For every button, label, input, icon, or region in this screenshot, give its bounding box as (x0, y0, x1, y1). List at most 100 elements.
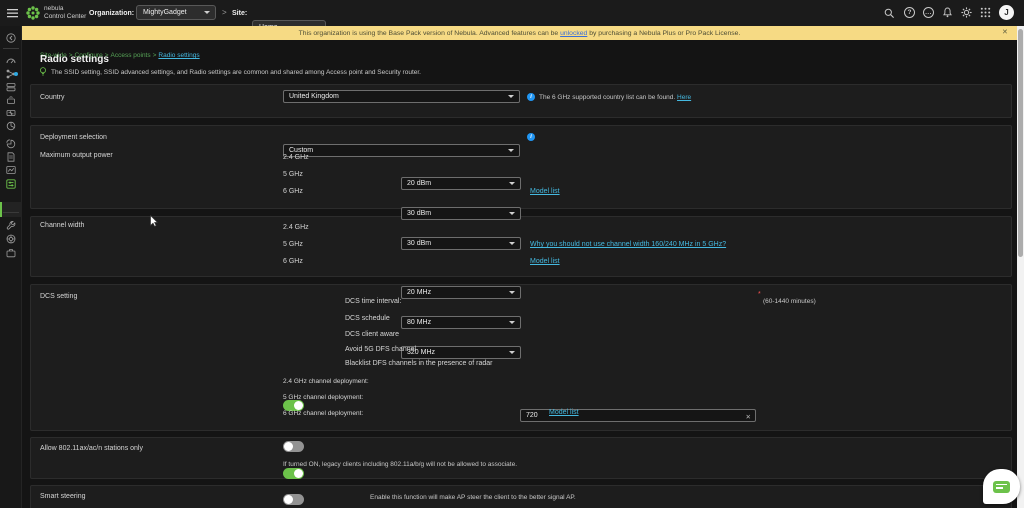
monitor-icon[interactable] (6, 165, 16, 175)
max-power-band-5: 5 GHz (283, 171, 303, 178)
page-hint: The SSID setting, SSID advanced settings… (51, 68, 421, 77)
dcs-time-interval-hint: (60-1440 minutes) (763, 297, 816, 306)
unlocked-link[interactable]: unlocked (560, 30, 587, 37)
organization-value: MightyGadget (143, 9, 187, 16)
deploy-6-label: 6 GHz channel deployment: (283, 409, 363, 418)
blacklist-dfs-label: Blacklist DFS channels in the presence o… (345, 359, 492, 368)
allow-legacy-note: If turned ON, legacy clients including 8… (283, 460, 517, 469)
dcs-schedule-toggle[interactable] (283, 441, 304, 452)
usage-icon[interactable] (6, 139, 16, 149)
help-glyph: ? (908, 9, 912, 16)
country-info-text: The 6 GHz supported country list can be … (539, 93, 691, 102)
dcs-client-aware-toggle[interactable] (283, 468, 304, 479)
dcs-time-interval-label: DCS time interval: (345, 297, 401, 306)
site-label: Site: (232, 9, 247, 18)
page-title: Radio settings (40, 54, 109, 65)
org-site-chevron: > (222, 8, 227, 17)
channel-width-band-5: 5 GHz (283, 241, 303, 248)
max-power-5-value: 30 dBm (407, 210, 431, 217)
apps-grid-icon[interactable] (980, 7, 991, 18)
country-card (30, 84, 1012, 118)
radio-settings-page: nebula Control Center Organization: Migh… (0, 0, 1024, 508)
clear-input-icon[interactable]: ✕ (746, 413, 751, 421)
channel-width-5-value: 80 MHz (407, 319, 431, 326)
applications-icon[interactable] (6, 121, 16, 131)
max-power-band-24: 2.4 GHz (283, 154, 309, 161)
switch-icon[interactable] (6, 108, 16, 118)
hint-bulb-icon (39, 67, 47, 76)
smart-steering-label: Smart steering (40, 492, 86, 501)
country-here-link[interactable]: Here (677, 94, 691, 101)
max-power-model-list-link[interactable]: Model list (530, 188, 560, 195)
sidebar-divider-bottom (3, 212, 19, 213)
dashboard-icon[interactable] (6, 56, 16, 66)
channel-width-band-24: 2.4 GHz (283, 224, 309, 231)
support-icon[interactable] (6, 234, 16, 244)
power-card (30, 125, 1012, 209)
max-power-label: Maximum output power (40, 151, 113, 160)
breadcrumb-access-points[interactable]: Access points (111, 52, 151, 59)
avoid-dfs-toggle[interactable] (283, 494, 304, 505)
search-icon[interactable] (884, 8, 895, 19)
mouse-cursor (150, 215, 159, 227)
avatar[interactable]: J (999, 5, 1014, 20)
max-power-6-dropdown[interactable]: 30 dBm (401, 237, 521, 250)
dcs-time-interval-value: 720 (526, 412, 538, 419)
organization-label: Organization: (89, 9, 134, 18)
deploy-5-label: 5 GHz channel deployment: (283, 393, 363, 402)
channel-width-24-dropdown[interactable]: 20 MHz (401, 286, 521, 299)
bell-icon[interactable] (942, 7, 953, 18)
scrollbar-thumb[interactable] (1018, 29, 1023, 257)
sidebar-divider (3, 48, 19, 49)
avoid-dfs-label: Avoid 5G DFS channel (345, 345, 416, 354)
banner-text-before: This organization is using the Base Pack… (299, 30, 560, 37)
organization-dropdown[interactable]: MightyGadget (136, 5, 216, 20)
max-power-6-value: 30 dBm (407, 240, 431, 247)
country-dropdown[interactable]: United Kingdom (283, 90, 520, 103)
live-chat-button[interactable] (983, 469, 1020, 504)
channel-width-5-dropdown[interactable]: 80 MHz (401, 316, 521, 329)
max-power-5-dropdown[interactable]: 30 dBm (401, 207, 521, 220)
organization-icon[interactable] (6, 248, 16, 258)
dcs-model-list-link[interactable]: Model list (549, 409, 579, 416)
deploy-24-label: 2.4 GHz channel deployment: (283, 377, 369, 386)
dcs-label: DCS setting (40, 292, 77, 301)
license-banner-text: This organization is using the Base Pack… (299, 30, 741, 37)
avatar-initial: J (1004, 8, 1008, 17)
topology-badge (14, 72, 18, 76)
channel-width-model-list-link[interactable]: Model list (530, 258, 560, 265)
access-point-icon[interactable] (6, 95, 16, 105)
banner-close-icon[interactable]: ✕ (1002, 28, 1008, 36)
devices-icon[interactable] (6, 82, 16, 92)
country-info-before: The 6 GHz supported country list can be … (539, 94, 677, 101)
feedback-glyph: ... (925, 11, 932, 15)
chat-icon (993, 481, 1010, 493)
deployment-value: Custom (289, 147, 313, 154)
nebula-logo-icon (25, 5, 41, 21)
report-icon[interactable] (6, 152, 16, 162)
country-info-icon: i (527, 93, 535, 101)
menu-icon[interactable] (7, 8, 18, 18)
configure-icon[interactable] (6, 179, 16, 189)
gear-icon[interactable] (961, 7, 972, 18)
help-icon[interactable]: ? (904, 7, 915, 18)
allow-legacy-label: Allow 802.11ax/ac/n stations only (40, 444, 143, 453)
channel-width-band-6: 6 GHz (283, 258, 303, 265)
dcs-client-aware-label: DCS client aware (345, 330, 399, 339)
channel-width-card (30, 216, 1012, 277)
license-banner: This organization is using the Base Pack… (22, 26, 1017, 40)
channel-width-why-link[interactable]: Why you should not use channel width 160… (530, 241, 726, 248)
smart-steering-note: Enable this function will make AP steer … (370, 493, 576, 502)
maintenance-icon[interactable] (6, 220, 16, 230)
max-power-band-6: 6 GHz (283, 188, 303, 195)
channel-width-24-value: 20 MHz (407, 289, 431, 296)
topbar: nebula Control Center Organization: Migh… (0, 0, 1024, 26)
max-power-24-dropdown[interactable]: 20 dBm (401, 177, 521, 190)
channel-width-6-dropdown[interactable]: 320 MHz (401, 346, 521, 359)
allow-legacy-card (30, 437, 1012, 479)
brand-text: nebula Control Center (44, 5, 86, 20)
collapse-icon[interactable] (6, 33, 16, 43)
breadcrumb-current[interactable]: Radio settings (158, 52, 199, 59)
deployment-dropdown[interactable]: Custom (283, 144, 520, 157)
feedback-icon[interactable]: ... (923, 7, 934, 18)
